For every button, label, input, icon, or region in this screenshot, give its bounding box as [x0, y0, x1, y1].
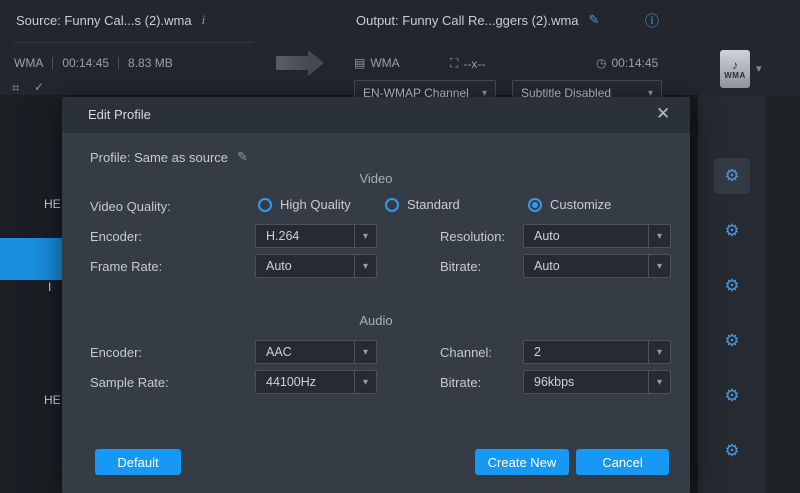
- radio-standard[interactable]: Standard: [385, 197, 460, 212]
- dialog-header: [62, 97, 690, 133]
- video-bitrate-value: Auto: [534, 259, 560, 273]
- video-encoder-label: Encoder:: [90, 229, 142, 244]
- output-format-badge[interactable]: ♪ WMA: [720, 50, 750, 88]
- source-size: 8.83 MB: [128, 56, 173, 70]
- output-duration: 00:14:45: [611, 56, 658, 70]
- list-item-fragment: HE: [44, 393, 61, 407]
- gear-icon[interactable]: ⚙: [714, 323, 750, 359]
- video-quality-label: Video Quality:: [90, 199, 171, 214]
- meta-separator: [118, 57, 119, 69]
- crop-icon[interactable]: ⌗: [12, 80, 19, 96]
- format-list-selected-row[interactable]: [0, 238, 62, 280]
- output-format: WMA: [370, 56, 399, 70]
- cancel-button[interactable]: Cancel: [576, 449, 669, 475]
- top-bar: Source: Funny Cal...s (2).wma i WMA 00:1…: [0, 0, 800, 95]
- profile-name-label: Profile: Same as source: [90, 150, 228, 165]
- format-list-panel: HE I HE: [0, 95, 62, 493]
- video-section-label: Video: [62, 171, 690, 186]
- video-bitrate-label: Bitrate:: [440, 259, 481, 274]
- transfer-arrow-body: [276, 56, 308, 70]
- resolution-label: Resolution:: [440, 229, 505, 244]
- framerate-select[interactable]: Auto ▾: [255, 254, 377, 278]
- check-menu-icon[interactable]: ✓: [34, 80, 44, 94]
- radio-label: Customize: [550, 197, 611, 212]
- video-bitrate-select[interactable]: Auto ▾: [523, 254, 671, 278]
- framerate-label: Frame Rate:: [90, 259, 162, 274]
- gear-icon[interactable]: ⚙: [714, 378, 750, 414]
- chevron-down-icon: ▾: [354, 255, 376, 277]
- samplerate-select[interactable]: 44100Hz ▾: [255, 370, 377, 394]
- audio-encoder-label: Encoder:: [90, 345, 142, 360]
- radio-label: Standard: [407, 197, 460, 212]
- source-format: WMA: [14, 56, 43, 70]
- chevron-down-icon: ▾: [648, 225, 670, 247]
- source-meta: WMA 00:14:45 8.83 MB: [14, 56, 173, 70]
- create-new-button[interactable]: Create New: [475, 449, 569, 475]
- audio-bitrate-value: 96kbps: [534, 375, 574, 389]
- right-edge-panel: [766, 95, 800, 493]
- app-window: Source: Funny Cal...s (2).wma i WMA 00:1…: [0, 0, 800, 493]
- gear-icon[interactable]: ⚙: [714, 213, 750, 249]
- output-resolution: --x--: [463, 57, 485, 71]
- edit-output-name-icon[interactable]: ✎: [589, 12, 600, 28]
- samplerate-label: Sample Rate:: [90, 375, 169, 390]
- radio-circle-icon: [385, 198, 399, 212]
- format-badge-label: WMA: [724, 71, 746, 80]
- radio-label: High Quality: [280, 197, 351, 212]
- output-file-label: Output: Funny Call Re...ggers (2).wma: [356, 13, 579, 28]
- audio-section-label: Audio: [62, 313, 690, 328]
- profile-settings-panel: ⚙ ⚙ ⚙ ⚙ ⚙ ⚙: [698, 95, 766, 493]
- channel-label: Channel:: [440, 345, 492, 360]
- audio-bitrate-select[interactable]: 96kbps ▾: [523, 370, 671, 394]
- music-note-icon: ♪: [732, 59, 738, 71]
- chevron-down-icon: ▾: [648, 371, 670, 393]
- format-grid-icon: ▤: [354, 56, 365, 70]
- chevron-down-icon: ▾: [648, 255, 670, 277]
- channel-value: 2: [534, 345, 541, 359]
- dialog-title: Edit Profile: [88, 107, 151, 122]
- output-duration-group: ◷ 00:14:45: [596, 56, 658, 70]
- video-encoder-value: H.264: [266, 229, 299, 243]
- radio-high-quality[interactable]: High Quality: [258, 197, 351, 212]
- list-item-fragment: HE: [44, 197, 61, 211]
- output-info-icon[interactable]: ⓘ: [645, 11, 659, 31]
- source-file-label: Source: Funny Cal...s (2).wma: [16, 13, 192, 28]
- audio-bitrate-label: Bitrate:: [440, 375, 481, 390]
- radio-circle-icon: [528, 198, 542, 212]
- gear-icon[interactable]: ⚙: [714, 268, 750, 304]
- meta-separator: [52, 57, 53, 69]
- close-icon[interactable]: ✕: [656, 104, 670, 124]
- radio-circle-icon: [258, 198, 272, 212]
- resolution-value: Auto: [534, 229, 560, 243]
- video-encoder-select[interactable]: H.264 ▾: [255, 224, 377, 248]
- transfer-arrow-head: [308, 50, 324, 76]
- default-button[interactable]: Default: [95, 449, 181, 475]
- output-resolution-group: ⛶ --x--: [450, 56, 485, 71]
- chevron-down-icon: ▾: [648, 341, 670, 363]
- audio-encoder-select[interactable]: AAC ▾: [255, 340, 377, 364]
- gear-icon[interactable]: ⚙: [714, 158, 750, 194]
- edit-profile-name-icon[interactable]: ✎: [237, 149, 248, 165]
- chevron-down-icon: ▾: [354, 341, 376, 363]
- output-format-group: ▤ WMA: [354, 56, 400, 70]
- source-duration: 00:14:45: [62, 56, 109, 70]
- gear-icon[interactable]: ⚙: [714, 433, 750, 469]
- clock-icon: ◷: [596, 56, 606, 70]
- samplerate-value: 44100Hz: [266, 375, 316, 389]
- radio-customize[interactable]: Customize: [528, 197, 611, 212]
- edit-profile-dialog: Edit Profile ✕ Profile: Same as source ✎…: [62, 97, 690, 493]
- source-divider: [14, 42, 254, 43]
- source-info-icon[interactable]: i: [202, 12, 206, 28]
- format-badge-caret-icon[interactable]: ▾: [756, 62, 762, 75]
- audio-encoder-value: AAC: [266, 345, 292, 359]
- resolution-expand-icon: ⛶: [450, 56, 458, 71]
- resolution-select[interactable]: Auto ▾: [523, 224, 671, 248]
- chevron-down-icon: ▾: [354, 225, 376, 247]
- chevron-down-icon: ▾: [354, 371, 376, 393]
- channel-select[interactable]: 2 ▾: [523, 340, 671, 364]
- framerate-value: Auto: [266, 259, 292, 273]
- list-item-fragment: I: [48, 280, 51, 294]
